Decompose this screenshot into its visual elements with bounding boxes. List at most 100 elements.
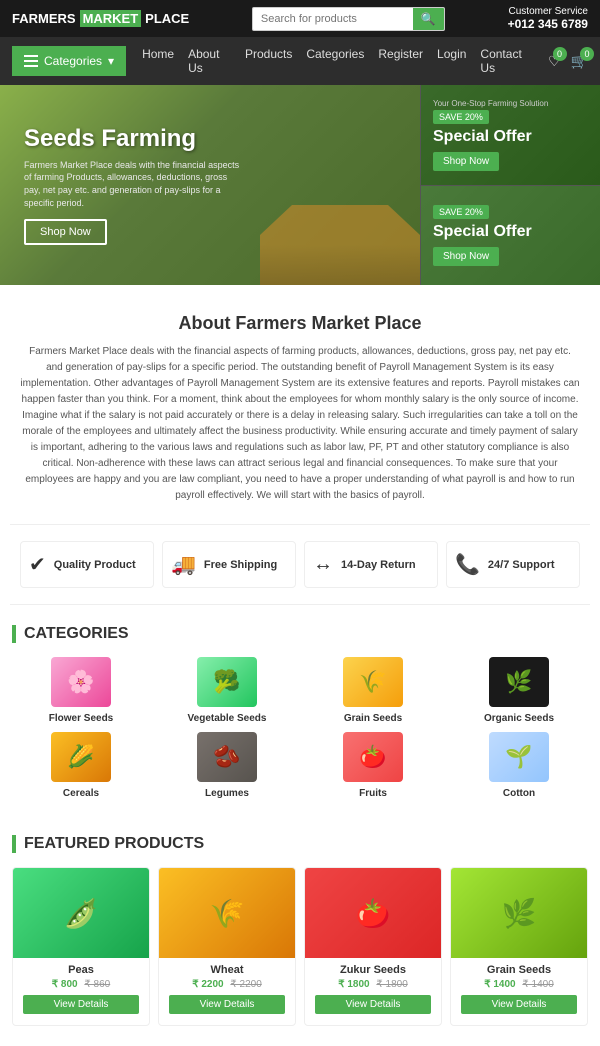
product-info: Peas ₹ 800 ₹ 860 View Details bbox=[13, 958, 149, 1025]
category-label: Cereals bbox=[63, 788, 99, 799]
price-new: ₹ 1400 bbox=[484, 979, 515, 990]
product-price: ₹ 1400 ₹ 1400 bbox=[455, 979, 583, 990]
category-label: Grain Seeds bbox=[344, 713, 402, 724]
category-image: 🫘 bbox=[197, 732, 257, 782]
special-offer-title-bottom: Special Offer bbox=[433, 223, 532, 241]
categories-section: CATEGORIES 🌸 Flower Seeds 🥦 Vegetable Se… bbox=[0, 605, 600, 819]
view-details-button[interactable]: View Details bbox=[461, 995, 576, 1014]
product-card: 🍅 Zukur Seeds ₹ 1800 ₹ 1800 View Details bbox=[304, 867, 442, 1026]
category-icon: 🌸 bbox=[51, 657, 111, 707]
hero-description: Farmers Market Place deals with the fina… bbox=[24, 159, 244, 209]
feature-item: ✔ Quality Product bbox=[20, 541, 154, 588]
category-image: 🍅 bbox=[343, 732, 403, 782]
category-label: Cotton bbox=[503, 788, 535, 799]
search-input[interactable] bbox=[253, 9, 413, 29]
save-badge-top: SAVE 20% bbox=[433, 110, 489, 124]
nav-about[interactable]: About Us bbox=[188, 37, 231, 85]
category-label: Organic Seeds bbox=[484, 713, 554, 724]
feature-item: 📞 24/7 Support bbox=[446, 541, 580, 588]
hero-shop-now-button[interactable]: Shop Now bbox=[24, 219, 107, 245]
feature-icon: 🚚 bbox=[171, 552, 196, 577]
view-details-button[interactable]: View Details bbox=[169, 995, 284, 1014]
view-details-button[interactable]: View Details bbox=[315, 995, 430, 1014]
special-offer-title-top: Special Offer bbox=[433, 128, 532, 146]
category-label: Fruits bbox=[359, 788, 387, 799]
category-item[interactable]: 🌿 Organic Seeds bbox=[450, 657, 588, 724]
feature-label: Quality Product bbox=[54, 559, 136, 571]
product-image: 🌾 bbox=[159, 868, 295, 958]
wishlist-icon[interactable]: ♡0 bbox=[548, 53, 561, 70]
feature-label: 24/7 Support bbox=[488, 559, 555, 571]
feature-icon: ↔ bbox=[313, 553, 333, 576]
categories-title: CATEGORIES bbox=[12, 625, 588, 643]
products-grid: 🫛 Peas ₹ 800 ₹ 860 View Details 🌾 Wheat … bbox=[12, 867, 588, 1026]
hero-side: Your One-Stop Farming Solution SAVE 20% … bbox=[420, 85, 600, 285]
feature-item: 🚚 Free Shipping bbox=[162, 541, 296, 588]
price-old: ₹ 1800 bbox=[376, 979, 407, 990]
category-icon: 🌾 bbox=[343, 657, 403, 707]
search-button[interactable]: 🔍 bbox=[413, 8, 444, 30]
save-badge-bottom: SAVE 20% bbox=[433, 205, 489, 219]
product-name: Grain Seeds bbox=[455, 964, 583, 976]
nav-register[interactable]: Register bbox=[378, 37, 423, 85]
categories-dropdown-btn[interactable]: Categories ▾ bbox=[12, 46, 126, 76]
logo-place: PLACE bbox=[145, 11, 189, 26]
category-item[interactable]: 🌽 Cereals bbox=[12, 732, 150, 799]
category-label: Legumes bbox=[205, 788, 249, 799]
category-item[interactable]: 🥦 Vegetable Seeds bbox=[158, 657, 296, 724]
category-image: 🌸 bbox=[51, 657, 111, 707]
price-new: ₹ 800 bbox=[52, 979, 78, 990]
category-item[interactable]: 🌱 Cotton bbox=[450, 732, 588, 799]
cart-icon[interactable]: 🛒0 bbox=[571, 53, 588, 70]
category-item[interactable]: 🌸 Flower Seeds bbox=[12, 657, 150, 724]
view-details-button[interactable]: View Details bbox=[23, 995, 138, 1014]
price-old: ₹ 860 bbox=[84, 979, 110, 990]
product-image: 🍅 bbox=[305, 868, 441, 958]
about-text: Farmers Market Place deals with the fina… bbox=[20, 344, 580, 504]
category-icon: 🌽 bbox=[51, 732, 111, 782]
hero-main: Seeds Farming Farmers Market Place deals… bbox=[0, 85, 420, 285]
price-new: ₹ 1800 bbox=[338, 979, 369, 990]
feature-icon: 📞 bbox=[455, 552, 480, 577]
phone-number: +012 345 6789 bbox=[508, 17, 588, 31]
side-bottom-shop-button[interactable]: Shop Now bbox=[433, 247, 499, 266]
logo-market: MARKET bbox=[80, 10, 142, 27]
category-icon: 🥦 bbox=[197, 657, 257, 707]
logo: FARMERS MARKET PLACE bbox=[12, 10, 189, 27]
hero-content: Seeds Farming Farmers Market Place deals… bbox=[24, 125, 396, 245]
category-image: 🌱 bbox=[489, 732, 549, 782]
product-name: Wheat bbox=[163, 964, 291, 976]
price-old: ₹ 1400 bbox=[522, 979, 553, 990]
category-label: Flower Seeds bbox=[49, 713, 113, 724]
category-icon: 🍅 bbox=[343, 732, 403, 782]
product-image: 🌿 bbox=[451, 868, 587, 958]
navbar: Categories ▾ Home About Us Products Cate… bbox=[0, 37, 600, 85]
hero-title: Seeds Farming bbox=[24, 125, 396, 153]
category-icon: 🫘 bbox=[197, 732, 257, 782]
customer-service: Customer Service +012 345 6789 bbox=[508, 6, 588, 31]
customer-service-label: Customer Service bbox=[508, 6, 588, 17]
search-bar: 🔍 bbox=[252, 7, 445, 31]
nav-contact[interactable]: Contact Us bbox=[480, 37, 532, 85]
about-title: About Farmers Market Place bbox=[20, 313, 580, 334]
nav-products[interactable]: Products bbox=[245, 37, 292, 85]
featured-products-title: FEATURED PRODUCTS bbox=[12, 835, 588, 853]
hero-section: Seeds Farming Farmers Market Place deals… bbox=[0, 85, 600, 285]
category-icon: 🌱 bbox=[489, 732, 549, 782]
feature-label: 14-Day Return bbox=[341, 559, 416, 571]
category-item[interactable]: 🫘 Legumes bbox=[158, 732, 296, 799]
categories-grid: 🌸 Flower Seeds 🥦 Vegetable Seeds 🌾 Grain… bbox=[12, 657, 588, 799]
nav-home[interactable]: Home bbox=[142, 37, 174, 85]
nav-login[interactable]: Login bbox=[437, 37, 466, 85]
category-item[interactable]: 🌾 Grain Seeds bbox=[304, 657, 442, 724]
side-top-shop-button[interactable]: Shop Now bbox=[433, 152, 499, 171]
nav-categories[interactable]: Categories bbox=[306, 37, 364, 85]
product-price: ₹ 800 ₹ 860 bbox=[17, 979, 145, 990]
category-item[interactable]: 🍅 Fruits bbox=[304, 732, 442, 799]
top-header: FARMERS MARKET PLACE 🔍 Customer Service … bbox=[0, 0, 600, 37]
hero-side-top-label: Your One-Stop Farming Solution bbox=[433, 99, 548, 108]
product-info: Wheat ₹ 2200 ₹ 2200 View Details bbox=[159, 958, 295, 1025]
wishlist-count: 0 bbox=[553, 47, 567, 61]
product-name: Zukur Seeds bbox=[309, 964, 437, 976]
cart-count: 0 bbox=[580, 47, 594, 61]
